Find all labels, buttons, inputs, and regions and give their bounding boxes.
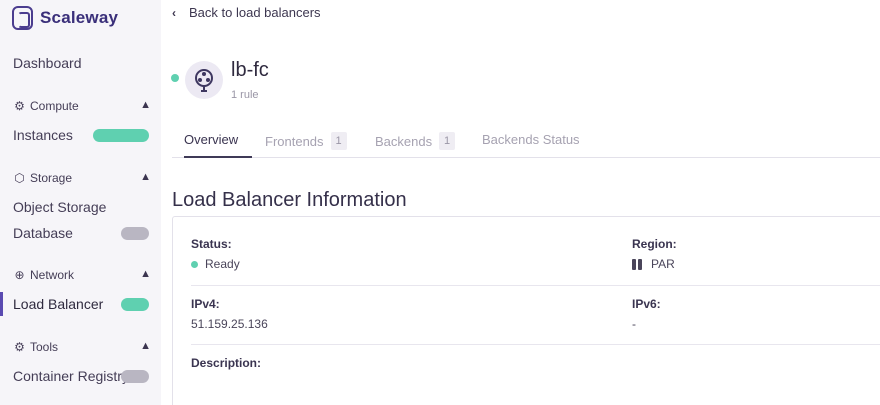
sidebar-item-instances[interactable]: Instances [13,127,73,143]
ipv6-value: - [632,317,636,331]
active-indicator [0,292,3,316]
sidebar-item-database[interactable]: Database [13,225,73,241]
tab-frontends[interactable]: Frontends 1 [265,132,347,150]
globe-icon: ⊕ [14,267,25,282]
info-card: Status: Ready Region: PAR IPv4: 51.159.2… [172,216,880,405]
sidebar-section-label: Compute [30,99,79,113]
tab-label: Frontends [265,133,324,149]
gear-icon: ⚙ [14,339,25,354]
status-text: Ready [205,257,240,271]
tab-label: Backends Status [482,132,580,147]
region-value: PAR [632,257,675,271]
sidebar-item-object-storage[interactable]: Object Storage [13,199,106,215]
ipv4-label: IPv4: [191,297,220,311]
sidebar-section-storage[interactable]: ⬡ Storage ▲ [13,171,151,185]
status-badge [121,370,149,383]
chevron-left-icon: ‹ [172,5,176,20]
tab-overview[interactable]: Overview [184,132,238,147]
description-label: Description: [191,356,262,370]
chevron-up-icon[interactable]: ▲ [140,268,151,280]
sidebar-section-label: Network [30,268,75,282]
region-text: PAR [651,257,675,271]
page-title: lb-fc [231,59,269,81]
sidebar-item-load-balancer[interactable]: Load Balancer [13,296,103,312]
sidebar-section-label: Tools [30,340,59,354]
tab-count-badge: 1 [330,132,347,150]
sidebar-item-container-registry[interactable]: Container Registry [13,368,129,384]
chevron-up-icon[interactable]: ▲ [140,99,151,111]
chevron-up-icon[interactable]: ▲ [140,171,151,183]
tab-bar: Overview Frontends 1 Backends 1 Backends… [172,128,880,158]
ipv4-value: 51.159.25.136 [191,317,268,331]
ipv6-label: IPv6: [632,297,661,311]
status-badge [121,227,149,240]
back-link[interactable]: ‹ Back to load balancers [172,5,321,20]
page-subtitle: 1 rule [231,89,259,101]
gear-icon: ⚙ [14,98,25,113]
tab-backends[interactable]: Backends 1 [375,132,456,150]
sidebar-section-label: Storage [30,171,73,185]
status-value: Ready [191,257,240,271]
status-dot-icon [191,260,198,268]
active-tab-underline [184,156,252,158]
flag-icon [632,258,644,270]
chevron-up-icon[interactable]: ▲ [140,340,151,352]
sidebar-section-network[interactable]: ⊕ Network ▲ [13,268,151,282]
brand-name: Scaleway [40,8,119,27]
tab-label: Overview [184,132,239,147]
status-indicator [171,74,179,82]
divider [191,344,880,345]
region-label: Region: [632,237,677,251]
sidebar-section-tools[interactable]: ⚙ Tools ▲ [13,340,151,354]
scaleway-logo[interactable]: Scaleway [12,6,118,30]
tab-count-badge: 1 [439,132,456,150]
tab-label: Backends [375,133,433,149]
sidebar-item-dashboard[interactable]: Dashboard [13,55,82,71]
section-title: Load Balancer Information [172,189,407,211]
status-label: Status: [191,237,232,251]
sidebar-section-compute[interactable]: ⚙ Compute ▲ [13,99,151,113]
tab-backends-status[interactable]: Backends Status [482,132,580,147]
back-link-label: Back to load balancers [189,5,321,20]
load-balancer-icon [185,61,223,99]
status-badge [93,129,149,142]
status-badge [121,298,149,311]
hexagon-icon: ⬡ [14,170,25,185]
divider [191,285,880,286]
sidebar: Scaleway Dashboard ⚙ Compute ▲ Instances… [0,0,161,405]
scaleway-logo-icon [12,6,33,30]
